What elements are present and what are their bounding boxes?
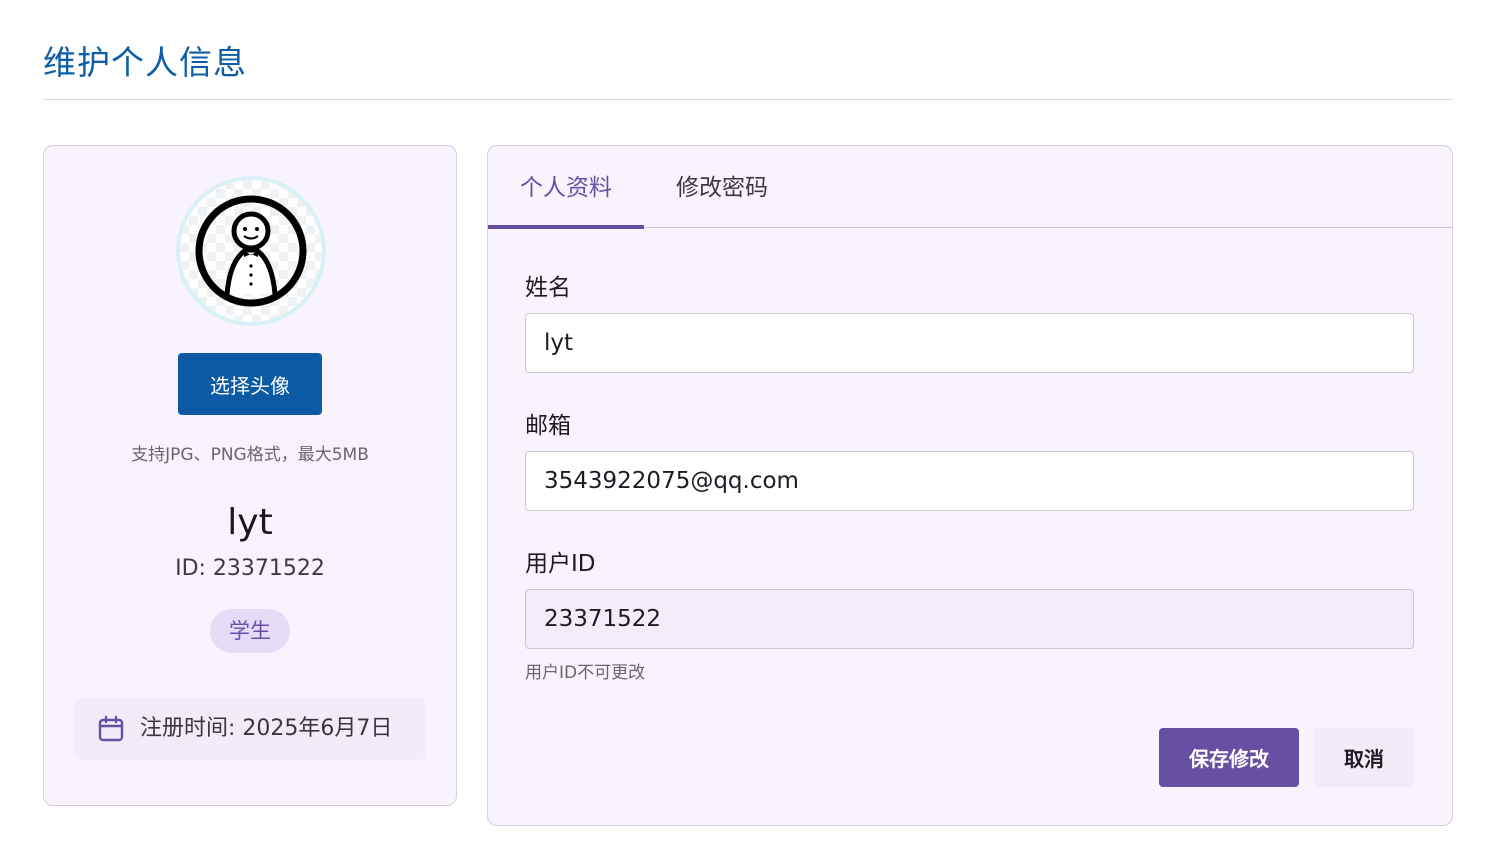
profile-form-card: 个人资料 修改密码 姓名 邮箱 用户ID 用户ID不可更改 保存修改 取消: [487, 145, 1453, 826]
name-input[interactable]: [525, 313, 1414, 373]
cancel-button[interactable]: 取消: [1314, 728, 1414, 787]
email-label: 邮箱: [525, 413, 571, 439]
tab-personal-info[interactable]: 个人资料: [488, 146, 644, 229]
choose-avatar-button[interactable]: 选择头像: [178, 353, 322, 415]
register-date-box: 注册时间: 2025年6月7日: [74, 698, 426, 760]
userid-input: [525, 589, 1414, 649]
avatar: [176, 176, 326, 326]
save-button[interactable]: 保存修改: [1159, 728, 1299, 787]
userid-hint: 用户ID不可更改: [525, 663, 646, 683]
role-badge: 学生: [210, 609, 290, 653]
calendar-icon: [98, 715, 124, 742]
userid-label: 用户ID: [525, 551, 596, 577]
title-divider: [43, 99, 1453, 100]
tab-bar: 个人资料 修改密码: [488, 146, 1452, 229]
tab-change-password[interactable]: 修改密码: [644, 146, 800, 228]
register-date-text: 注册时间: 2025年6月7日: [140, 716, 393, 741]
profile-name: lyt: [227, 502, 273, 543]
profile-id: ID: 23371522: [175, 556, 325, 581]
name-label: 姓名: [525, 275, 571, 301]
avatar-format-hint: 支持JPG、PNG格式，最大5MB: [131, 445, 369, 465]
user-avatar-icon: [195, 195, 307, 307]
profile-card: 选择头像 支持JPG、PNG格式，最大5MB lyt ID: 23371522 …: [43, 145, 457, 806]
page-title: 维护个人信息: [43, 43, 247, 82]
email-input[interactable]: [525, 451, 1414, 511]
